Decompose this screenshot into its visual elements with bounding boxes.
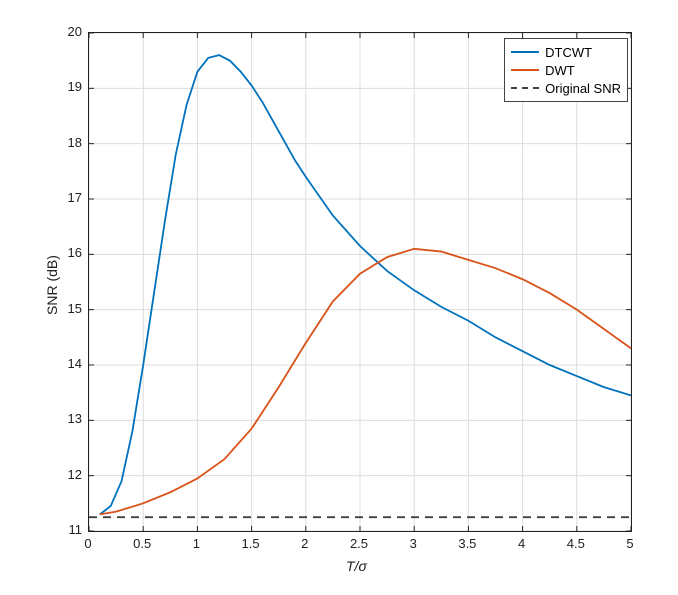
chart-grid xyxy=(89,33,631,531)
legend-item-dtcwt: DTCWT xyxy=(511,43,621,61)
y-tick-label: 16 xyxy=(58,245,82,260)
y-tick-label: 13 xyxy=(58,411,82,426)
x-tick-label: 1.5 xyxy=(239,536,263,551)
y-tick-label: 11 xyxy=(58,522,82,537)
x-tick-label: 1 xyxy=(184,536,208,551)
x-axis-label: T/σ xyxy=(346,558,367,574)
y-tick-label: 19 xyxy=(58,79,82,94)
x-tick-label: 0.5 xyxy=(130,536,154,551)
y-tick-label: 20 xyxy=(58,24,82,39)
legend-item-original-snr: Original SNR xyxy=(511,79,621,97)
chart-legend: DTCWT DWT Original SNR xyxy=(504,38,628,102)
x-axis-label-text: T/σ xyxy=(346,558,367,574)
legend-swatch xyxy=(511,69,539,71)
y-tick-label: 17 xyxy=(58,190,82,205)
chart-plot-area xyxy=(88,32,632,532)
y-axis-label: SNR (dB) xyxy=(44,255,60,315)
x-tick-label: 2 xyxy=(293,536,317,551)
x-tick-label: 0 xyxy=(76,536,100,551)
legend-label: DTCWT xyxy=(545,45,592,60)
y-tick-label: 15 xyxy=(58,301,82,316)
series-dtcwt xyxy=(100,55,631,514)
legend-label: Original SNR xyxy=(545,81,621,96)
y-tick-label: 14 xyxy=(58,356,82,371)
legend-item-dwt: DWT xyxy=(511,61,621,79)
x-tick-label: 2.5 xyxy=(347,536,371,551)
legend-swatch xyxy=(511,51,539,53)
series-dwt xyxy=(100,249,631,515)
legend-swatch xyxy=(511,87,539,89)
x-tick-label: 5 xyxy=(618,536,642,551)
legend-label: DWT xyxy=(545,63,575,78)
x-tick-label: 3 xyxy=(401,536,425,551)
y-tick-label: 18 xyxy=(58,135,82,150)
x-tick-label: 4.5 xyxy=(564,536,588,551)
y-tick-label: 12 xyxy=(58,467,82,482)
x-tick-label: 3.5 xyxy=(455,536,479,551)
chart-svg xyxy=(89,33,631,531)
x-tick-label: 4 xyxy=(510,536,534,551)
